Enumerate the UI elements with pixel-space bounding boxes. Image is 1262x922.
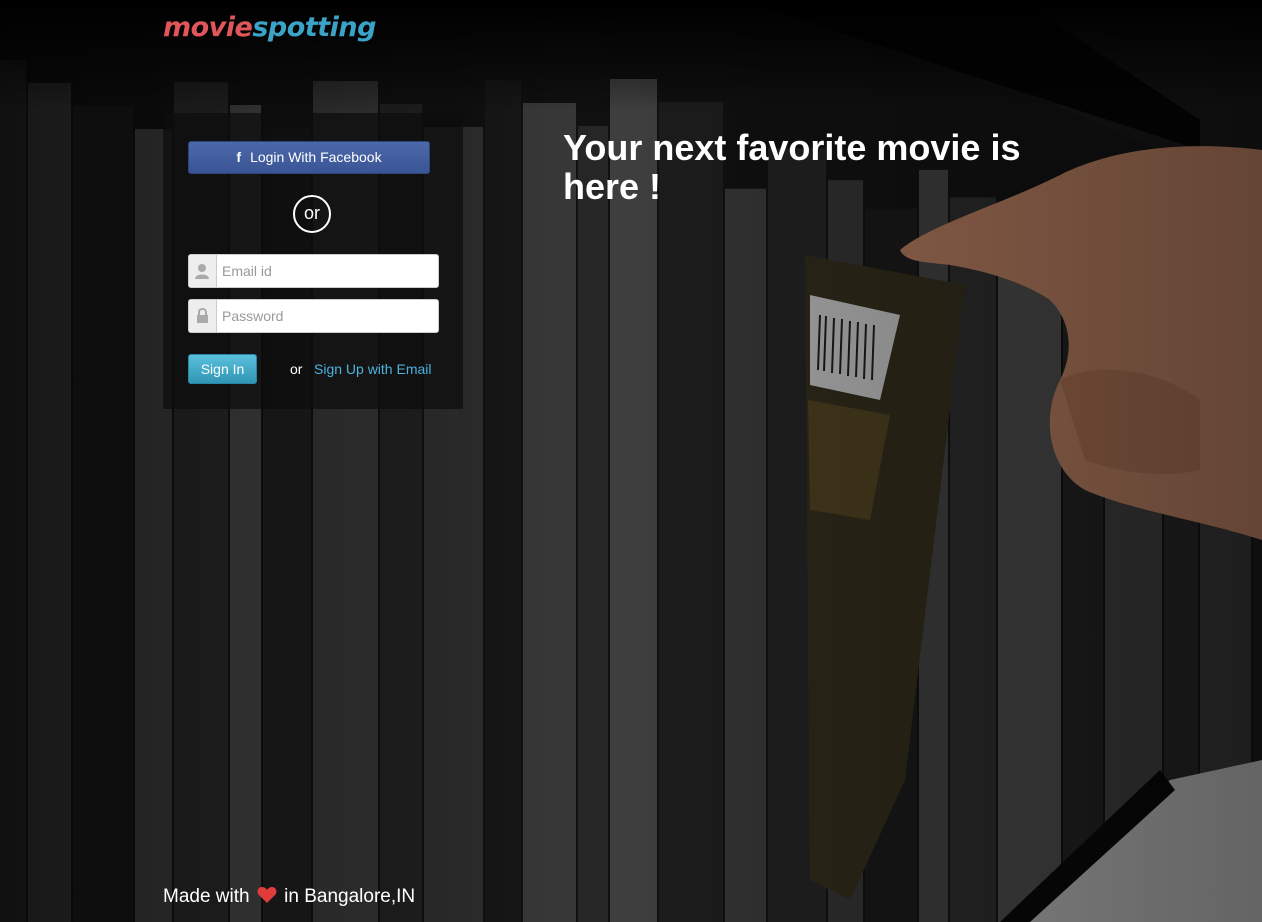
sign-in-button[interactable]: Sign In — [188, 354, 257, 384]
sign-up-with-email-link[interactable]: Sign Up with Email — [314, 361, 432, 377]
footer: Made with in Bangalore,IN — [163, 886, 415, 910]
footer-made-with: Made with — [163, 886, 250, 907]
moviespotting-logo[interactable]: moviespotting — [163, 12, 376, 43]
password-input[interactable] — [217, 300, 440, 332]
facebook-login-label: Login With Facebook — [250, 149, 382, 165]
email-field — [188, 254, 440, 288]
footer-location: in Bangalore,IN — [284, 886, 416, 907]
heart-icon — [257, 886, 277, 910]
logo-part-movie: movie — [163, 12, 253, 43]
password-field — [188, 299, 440, 333]
facebook-f-icon: f — [236, 149, 242, 165]
hero-headline: Your next favorite movie is here ! — [563, 127, 1021, 207]
user-icon — [189, 255, 217, 287]
logo-part-spotting: spotting — [252, 12, 376, 43]
or-text: or — [290, 361, 303, 377]
lock-icon — [189, 300, 217, 332]
email-input[interactable] — [217, 255, 440, 287]
facebook-login-button[interactable]: f Login With Facebook — [188, 141, 430, 174]
or-divider: or — [293, 195, 331, 233]
